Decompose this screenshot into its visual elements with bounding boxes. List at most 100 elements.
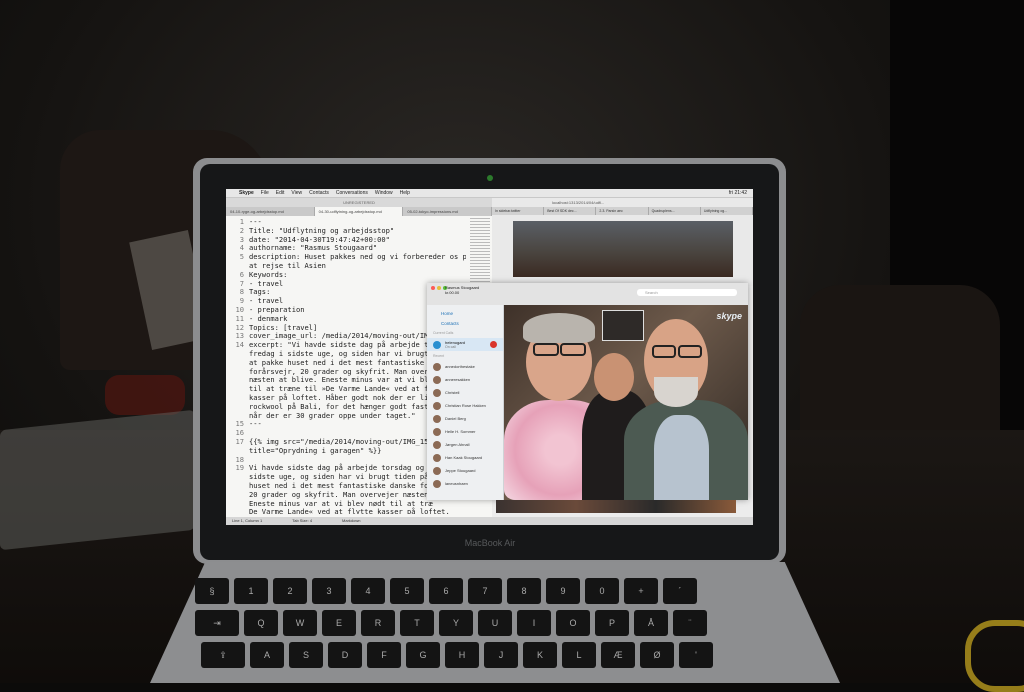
menu-contacts[interactable]: Contacts — [309, 189, 329, 197]
sidebar-item-contacts[interactable]: Contacts — [427, 319, 503, 329]
keyboard-key[interactable]: S — [289, 642, 323, 668]
keyboard-key[interactable]: E — [322, 610, 356, 636]
keyboard-key[interactable]: § — [195, 578, 229, 604]
keyboard-key[interactable]: Å — [634, 610, 668, 636]
keyboard-key[interactable]: ⇥ — [195, 610, 239, 636]
keyboard-key[interactable]: 5 — [390, 578, 424, 604]
skype-search-input[interactable]: Search — [637, 289, 737, 296]
avatar — [433, 427, 441, 436]
keyboard-key[interactable]: D — [328, 642, 362, 668]
browser-tab[interactable]: Best Of SDK dec... — [544, 207, 597, 215]
keyboard-key[interactable]: ´ — [663, 578, 697, 604]
skype-header: Rasmus Stougaard kr.00.00 Search — [427, 283, 748, 305]
keyboard-key[interactable]: K — [523, 642, 557, 668]
browser-tab[interactable]: In sidebar.twitter — [492, 207, 545, 215]
menu-window[interactable]: Window — [375, 189, 393, 197]
editor-minimap[interactable] — [470, 218, 490, 288]
keyboard-key[interactable]: Q — [244, 610, 278, 636]
line-number — [226, 350, 249, 359]
keyboard-key[interactable]: G — [406, 642, 440, 668]
contact-item[interactable]: Jørgen Ahnall — [427, 438, 503, 451]
line-number: 8 — [239, 287, 244, 297]
browser-tab[interactable]: Udflytning og... — [701, 207, 753, 215]
menubar-clock[interactable]: fri 21:42 — [729, 189, 753, 197]
minimize-icon[interactable] — [437, 286, 441, 290]
keyboard-key[interactable]: 3 — [312, 578, 346, 604]
active-call-item[interactable]: helenugard On call — [427, 338, 503, 351]
man-glasses-right — [678, 345, 702, 358]
menu-file[interactable]: File — [261, 189, 269, 197]
keyboard-key[interactable]: T — [400, 610, 434, 636]
keyboard-key[interactable]: R — [361, 610, 395, 636]
keyboard: § 1 2 3 4 5 6 7 8 9 0 + ´ ⇥ Q W E R T Y U I O P Å ¨ ⇪ A S D F G H J K L Æ Ø ' — [195, 578, 795, 683]
keyboard-key[interactable]: Ø — [640, 642, 674, 668]
keyboard-key[interactable]: J — [484, 642, 518, 668]
contact-item[interactable]: Jeppe Stougaard — [427, 464, 503, 477]
menu-bar: Skype File Edit View Contacts Conversati… — [226, 189, 753, 198]
keyboard-key[interactable]: P — [595, 610, 629, 636]
keyboard-key[interactable]: Y — [439, 610, 473, 636]
keyboard-key[interactable]: 8 — [507, 578, 541, 604]
menu-conversations[interactable]: Conversations — [336, 189, 368, 197]
keyboard-key[interactable]: I — [517, 610, 551, 636]
line-number: 1 — [239, 218, 244, 226]
status-syntax[interactable]: Markdown — [342, 517, 360, 525]
keyboard-key[interactable]: W — [283, 610, 317, 636]
keyboard-key[interactable]: ¨ — [673, 610, 707, 636]
keyboard-key[interactable]: Æ — [601, 642, 635, 668]
menu-view[interactable]: View — [291, 189, 302, 197]
keyboard-key[interactable]: 2 — [273, 578, 307, 604]
keyboard-key[interactable]: 9 — [546, 578, 580, 604]
editor-tab-active[interactable]: 04-30-udflytning-og-arbejdsstop.md — [314, 207, 404, 216]
keyboard-key[interactable]: + — [624, 578, 658, 604]
keyboard-key[interactable]: O — [556, 610, 590, 636]
contact-item[interactable]: Han Kaak Stougaard — [427, 451, 503, 464]
skype-profile[interactable]: Rasmus Stougaard kr.00.00 — [445, 285, 479, 295]
browser-tab[interactable]: 2.3. Parsin aec — [596, 207, 649, 215]
end-call-icon[interactable] — [490, 341, 497, 348]
keyboard-key[interactable]: 6 — [429, 578, 463, 604]
keyboard-key[interactable]: A — [250, 642, 284, 668]
menu-app-name[interactable]: Skype — [239, 189, 254, 197]
contact-item[interactable]: Helle H. Sommer — [427, 425, 503, 438]
keyboard-key[interactable]: 7 — [468, 578, 502, 604]
sidebar-item-home[interactable]: Home — [427, 305, 503, 319]
keyboard-key[interactable]: ' — [679, 642, 713, 668]
keyboard-key[interactable]: F — [367, 642, 401, 668]
video-call-feed[interactable]: skype — [504, 305, 748, 500]
line-text: title="Oprydning i garagen" %}} — [249, 445, 382, 455]
line-number — [226, 500, 249, 509]
line-text: De Varme Lande« ved at flytte kasser på … — [249, 507, 450, 514]
woman-hair — [523, 313, 595, 343]
status-tab-size[interactable]: Tab Size: 4 — [292, 517, 312, 525]
menu-help[interactable]: Help — [400, 189, 410, 197]
laptop-brand: MacBook Air — [464, 538, 516, 548]
keyboard-key[interactable]: 1 — [234, 578, 268, 604]
contact-item[interactable]: annedorthestake — [427, 360, 503, 373]
keyboard-key[interactable]: 0 — [585, 578, 619, 604]
browser-tab[interactable]: Quadruplens... — [649, 207, 701, 215]
self-view-thumbnail[interactable] — [602, 310, 644, 341]
contact-item[interactable]: Christian Rose Hakken — [427, 399, 503, 412]
code-line[interactable]: De Varme Lande« ved at flytte kasser på … — [226, 507, 466, 514]
woman-glasses-left — [533, 343, 559, 356]
keyboard-key[interactable]: H — [445, 642, 479, 668]
editor-tab[interactable]: 04-10-ryge-og-arbejdsstop.md — [226, 207, 315, 216]
line-number: 2 — [239, 225, 244, 235]
line-number: 5 — [239, 252, 244, 262]
keyboard-key[interactable]: ⇪ — [201, 642, 245, 668]
contact-item[interactable]: Daniel Berg — [427, 412, 503, 425]
keyboard-key[interactable]: U — [478, 610, 512, 636]
browser-url-bar[interactable]: localhost:1313/2014/04/udfl... — [492, 198, 753, 207]
keyboard-key[interactable]: L — [562, 642, 596, 668]
menu-edit[interactable]: Edit — [276, 189, 285, 197]
contact-item[interactable]: anneresakken — [427, 373, 503, 386]
contact-item[interactable]: laneusnhaen — [427, 477, 503, 490]
line-number — [226, 359, 249, 368]
editor-tab[interactable]: 05-02-tokyo-impressions.md — [403, 207, 493, 216]
line-number: 4 — [239, 243, 244, 253]
contact-name: Helle H. Sommer — [445, 429, 476, 434]
close-icon[interactable] — [431, 286, 435, 290]
contact-item[interactable]: Christell — [427, 386, 503, 399]
keyboard-key[interactable]: 4 — [351, 578, 385, 604]
